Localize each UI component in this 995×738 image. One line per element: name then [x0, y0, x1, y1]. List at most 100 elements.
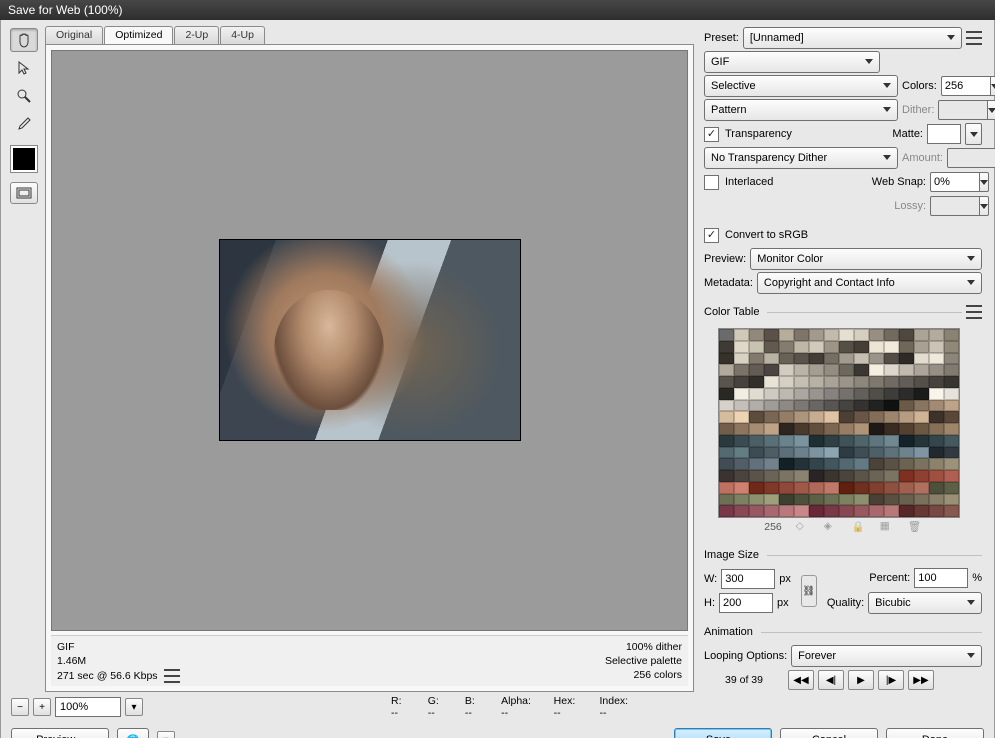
color-table-swatch[interactable] [929, 494, 944, 506]
matte-color-well[interactable] [927, 124, 961, 144]
color-table-swatch[interactable] [899, 435, 914, 447]
color-table-swatch[interactable] [749, 341, 764, 353]
percent-input[interactable] [914, 568, 968, 588]
color-table-swatch[interactable] [794, 411, 809, 423]
color-table-swatch[interactable] [839, 447, 854, 459]
color-table-swatch[interactable] [749, 376, 764, 388]
color-table-swatch[interactable] [884, 376, 899, 388]
color-table-swatch[interactable] [779, 376, 794, 388]
color-table-swatch[interactable] [839, 482, 854, 494]
color-table-swatch[interactable] [779, 435, 794, 447]
color-table-swatch[interactable] [809, 505, 824, 517]
color-table-swatch[interactable] [899, 505, 914, 517]
color-table-swatch[interactable] [749, 423, 764, 435]
color-table-swatch[interactable] [854, 388, 869, 400]
color-table-swatch[interactable] [764, 364, 779, 376]
tab-2up[interactable]: 2-Up [174, 26, 219, 44]
color-table-swatch[interactable] [734, 353, 749, 365]
color-table-swatch[interactable] [824, 482, 839, 494]
preview-select[interactable]: Monitor Color [750, 248, 982, 270]
color-table-swatch[interactable] [914, 400, 929, 412]
color-table-swatch[interactable] [764, 505, 779, 517]
color-table-swatch[interactable] [839, 364, 854, 376]
color-table-swatch[interactable] [914, 388, 929, 400]
color-table-swatch[interactable] [929, 376, 944, 388]
color-table-swatch[interactable] [809, 388, 824, 400]
color-table-swatch[interactable] [719, 364, 734, 376]
color-table-swatch[interactable] [914, 411, 929, 423]
color-table-swatch[interactable] [839, 376, 854, 388]
color-table-swatch[interactable] [794, 458, 809, 470]
color-table-swatch[interactable] [794, 435, 809, 447]
color-table-swatch[interactable] [749, 388, 764, 400]
color-table-swatch[interactable] [734, 423, 749, 435]
color-table-swatch[interactable] [899, 411, 914, 423]
eyedropper-color-swatch[interactable] [11, 146, 37, 172]
color-table-swatch[interactable] [914, 341, 929, 353]
color-table-swatch[interactable] [749, 458, 764, 470]
color-table-swatch[interactable] [899, 329, 914, 341]
prev-frame-button[interactable]: ◀| [818, 670, 844, 690]
color-table-swatch[interactable] [914, 482, 929, 494]
color-table-swatch[interactable] [734, 341, 749, 353]
eyedropper-tool[interactable] [10, 112, 38, 136]
color-table-swatch[interactable] [719, 458, 734, 470]
done-button[interactable]: Done [886, 728, 984, 738]
color-table-swatch[interactable] [854, 364, 869, 376]
color-table-swatch[interactable] [899, 364, 914, 376]
color-table-swatch[interactable] [809, 458, 824, 470]
color-table-swatch[interactable] [719, 329, 734, 341]
color-table-swatch[interactable] [734, 505, 749, 517]
color-table-swatch[interactable] [884, 423, 899, 435]
dither-method-select[interactable]: Pattern [704, 99, 898, 121]
color-table-swatch[interactable] [899, 341, 914, 353]
color-table-swatch[interactable] [764, 388, 779, 400]
color-table-swatch[interactable] [734, 447, 749, 459]
color-table-swatch[interactable] [764, 458, 779, 470]
color-table-swatch[interactable] [884, 400, 899, 412]
color-table-swatch[interactable] [794, 494, 809, 506]
color-table-swatch[interactable] [749, 447, 764, 459]
color-table-swatch[interactable] [794, 447, 809, 459]
color-table-swatch[interactable] [944, 400, 959, 412]
color-table-swatch[interactable] [914, 376, 929, 388]
color-table-swatch[interactable] [824, 353, 839, 365]
color-table-swatch[interactable] [794, 353, 809, 365]
first-frame-button[interactable]: ◀◀ [788, 670, 814, 690]
color-table-swatch[interactable] [719, 423, 734, 435]
color-table-swatch[interactable] [944, 505, 959, 517]
color-table-swatch[interactable] [764, 400, 779, 412]
hand-tool[interactable] [10, 28, 38, 52]
color-table-swatch[interactable] [824, 435, 839, 447]
color-table-swatch[interactable] [779, 411, 794, 423]
color-table-swatch[interactable] [929, 388, 944, 400]
color-table-swatch[interactable] [719, 400, 734, 412]
tab-original[interactable]: Original [45, 26, 103, 44]
color-table-swatch[interactable] [899, 423, 914, 435]
color-table-swatch[interactable] [809, 447, 824, 459]
color-table-swatch[interactable] [734, 376, 749, 388]
color-table-swatch[interactable] [764, 470, 779, 482]
color-table-swatch[interactable] [824, 411, 839, 423]
color-table-swatch[interactable] [824, 400, 839, 412]
color-table-swatch[interactable] [794, 423, 809, 435]
color-table-swatch[interactable] [884, 482, 899, 494]
color-table-swatch[interactable] [809, 482, 824, 494]
zoom-in-button[interactable]: + [33, 698, 51, 716]
zoom-tool[interactable] [10, 84, 38, 108]
color-table-swatch[interactable] [719, 447, 734, 459]
quality-select[interactable]: Bicubic [868, 592, 982, 614]
color-table-swatch[interactable] [734, 494, 749, 506]
colors-input[interactable] [941, 76, 993, 96]
color-table-swatch[interactable] [869, 435, 884, 447]
color-table-swatch[interactable] [914, 353, 929, 365]
color-table-swatch[interactable] [794, 364, 809, 376]
color-table-swatch[interactable] [749, 329, 764, 341]
ct-icon-snap[interactable]: ◇ [796, 520, 810, 534]
ct-icon-trash[interactable]: 🗑 [908, 520, 922, 534]
color-table-swatch[interactable] [809, 494, 824, 506]
color-table-swatch[interactable] [854, 353, 869, 365]
color-table-swatch[interactable] [854, 411, 869, 423]
color-table-swatch[interactable] [824, 494, 839, 506]
color-table-swatch[interactable] [899, 388, 914, 400]
